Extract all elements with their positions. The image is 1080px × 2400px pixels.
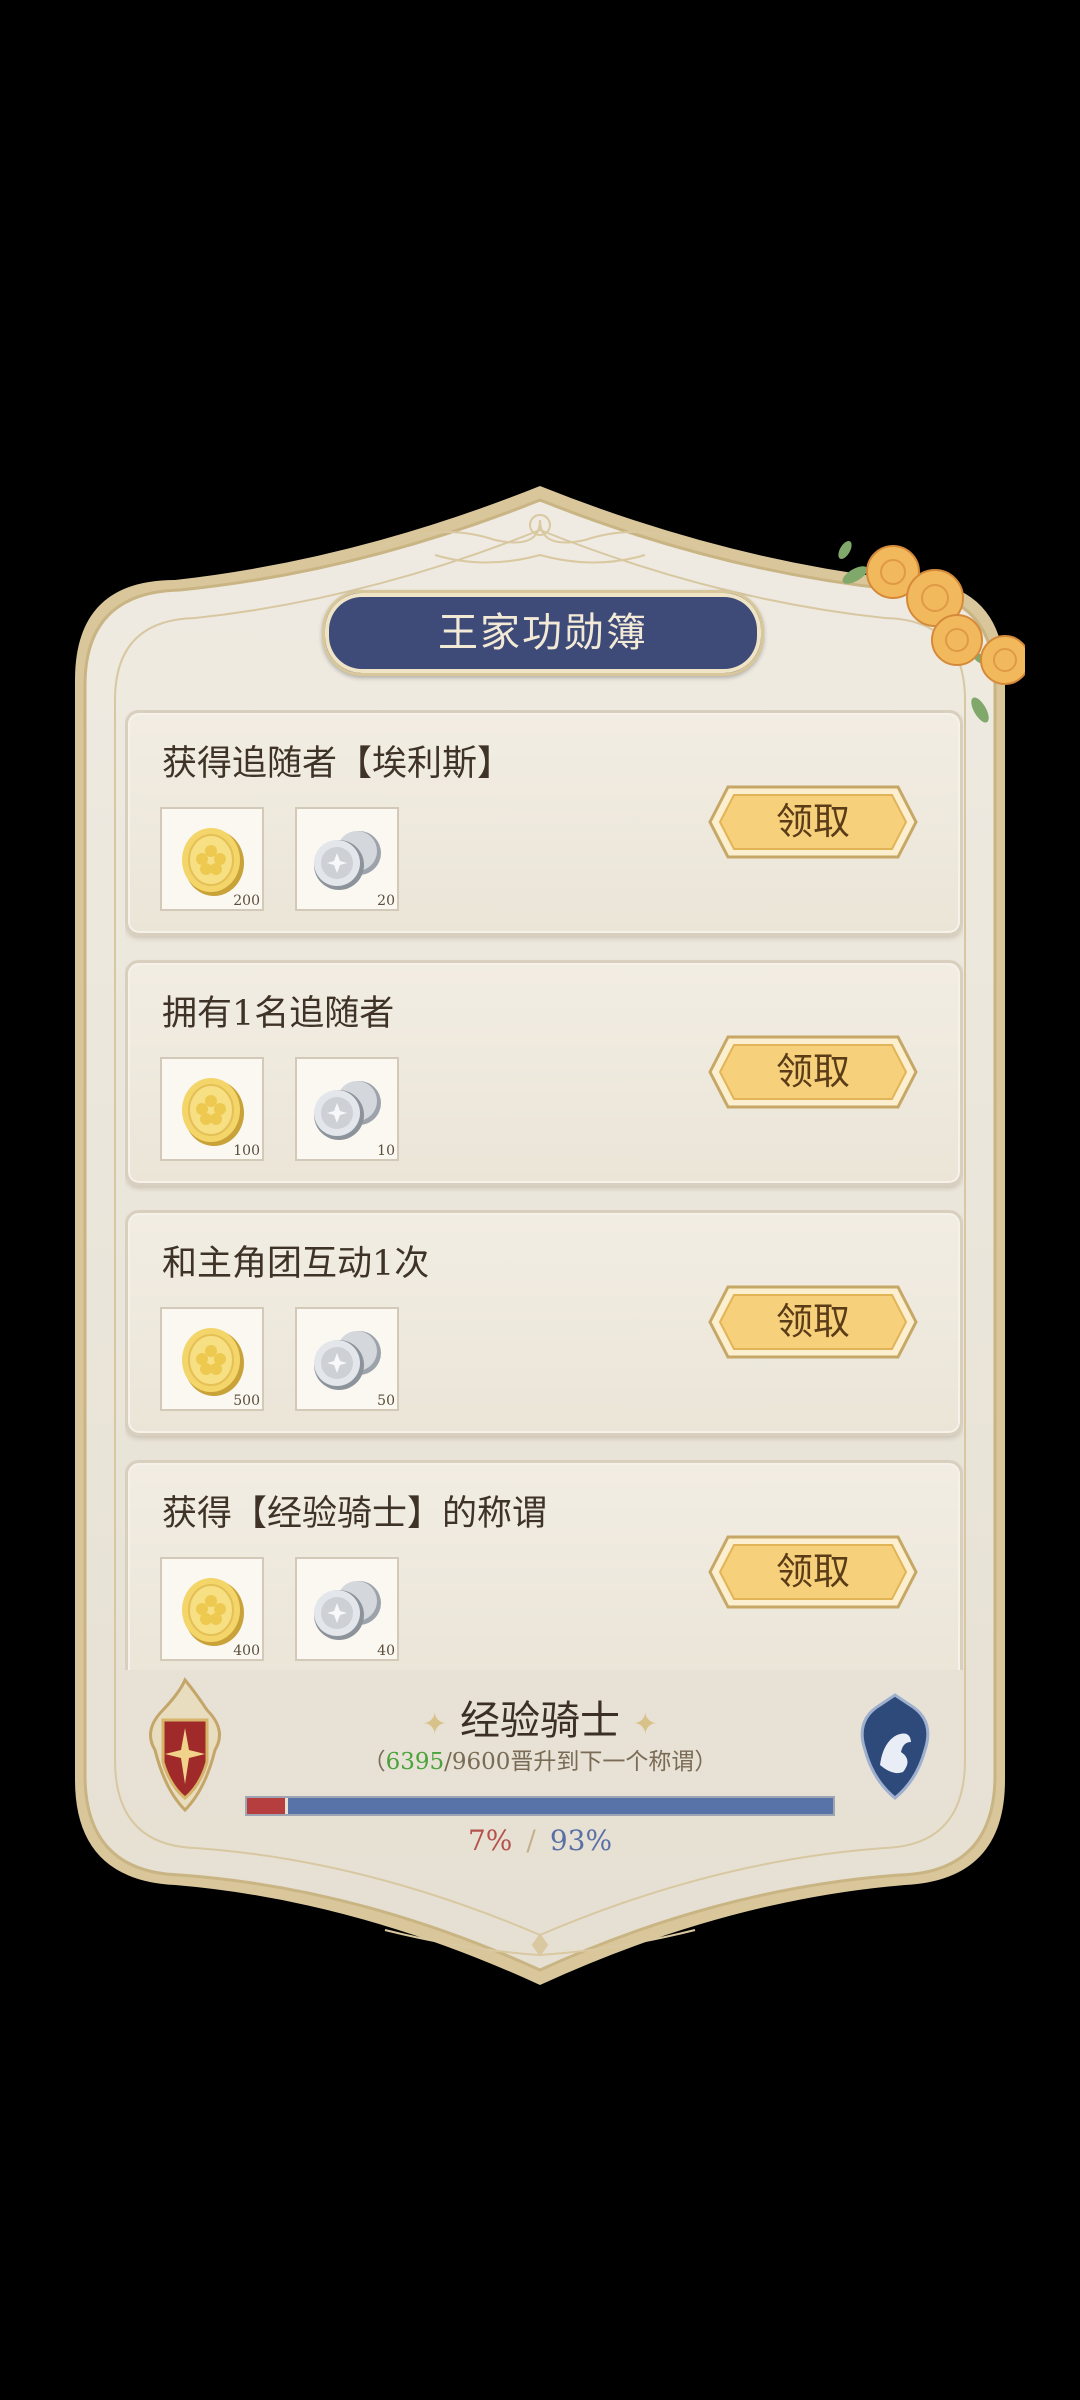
claim-button-label: 领取	[776, 1550, 850, 1593]
task-card: 和主角团互动1次 500 50 领取	[125, 1210, 963, 1436]
progress-text: （6395/9600晋升到下一个称谓）	[362, 1749, 718, 1775]
claim-button[interactable]: 领取	[688, 777, 938, 867]
page-title: 王家功勋簿	[322, 590, 764, 676]
royal-merit-panel: 王家功勋簿 获得追随者【埃利斯】 200 20 领取 拥有1名追随者 100 1…	[55, 480, 1025, 1990]
task-label: 获得追随者【埃利斯】	[162, 744, 513, 784]
gold-reward-slot[interactable]: 400	[160, 1557, 264, 1661]
sparkle-right-icon: ✦	[632, 1707, 658, 1742]
claim-button-label: 领取	[776, 1300, 850, 1343]
task-card: 获得【经验骑士】的称谓 400 40 领取	[125, 1460, 963, 1670]
silver-reward-slot[interactable]: 20	[295, 807, 399, 911]
rank-title: ✦ 经验骑士 ✦	[55, 1688, 1025, 1746]
task-card: 拥有1名追随者 100 10 领取	[125, 960, 963, 1186]
silver-reward-slot[interactable]: 40	[295, 1557, 399, 1661]
claim-button-label: 领取	[776, 1050, 850, 1093]
reward-quantity: 50	[377, 1393, 395, 1409]
task-card: 获得追随者【埃利斯】 200 20 领取	[125, 710, 963, 936]
reward-quantity: 10	[377, 1143, 395, 1159]
claim-button[interactable]: 领取	[688, 1027, 938, 1117]
reward-quantity: 500	[233, 1393, 260, 1409]
reward-quantity: 40	[377, 1643, 395, 1659]
claim-button[interactable]: 领取	[688, 1527, 938, 1617]
progress-suffix: 晋升到下一个称谓）	[510, 1749, 718, 1775]
blue-percent: 93%	[549, 1824, 613, 1857]
rank-title-text: 经验骑士	[460, 1698, 620, 1744]
reward-quantity: 200	[233, 893, 260, 909]
reward-quantity: 400	[233, 1643, 260, 1659]
claim-button[interactable]: 领取	[688, 1277, 938, 1367]
gold-reward-slot[interactable]: 500	[160, 1307, 264, 1411]
percent-separator: /	[526, 1824, 536, 1857]
red-percent: 7%	[467, 1824, 513, 1857]
progress-prefix: （	[362, 1749, 386, 1775]
reward-quantity: 100	[233, 1143, 260, 1159]
gold-reward-slot[interactable]: 200	[160, 807, 264, 911]
task-label: 拥有1名追随者	[162, 994, 395, 1034]
silver-reward-slot[interactable]: 10	[295, 1057, 399, 1161]
progress-bar	[245, 1796, 835, 1816]
task-label: 和主角团互动1次	[162, 1244, 430, 1284]
current-points: 6395	[385, 1749, 445, 1775]
gold-reward-slot[interactable]: 100	[160, 1057, 264, 1161]
total-points: 9600	[451, 1749, 511, 1775]
task-label: 获得【经验骑士】的称谓	[162, 1494, 548, 1534]
reward-quantity: 20	[377, 893, 395, 909]
progress-bar-fill	[247, 1798, 289, 1814]
task-list[interactable]: 获得追随者【埃利斯】 200 20 领取 拥有1名追随者 100 10 领取 和…	[125, 710, 963, 1670]
progress-percentages: 7% / 93%	[55, 1824, 1025, 1857]
sparkle-left-icon: ✦	[422, 1707, 448, 1742]
claim-button-label: 领取	[776, 800, 850, 843]
silver-reward-slot[interactable]: 50	[295, 1307, 399, 1411]
